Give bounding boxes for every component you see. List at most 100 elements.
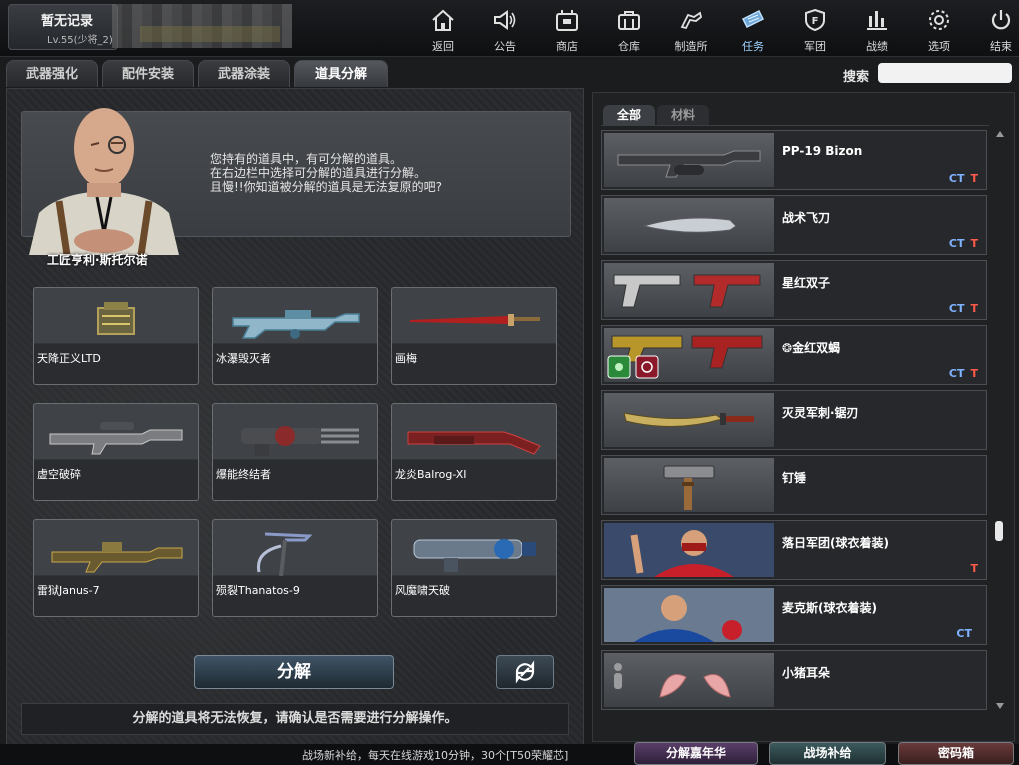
nav-exit[interactable]: 结束 [970,4,1019,53]
lmg-icon [51,542,183,573]
function-tabs: 武器强化 配件安装 武器涂装 道具分解 [6,60,392,88]
nav-shop[interactable]: 商店 [536,4,598,53]
machine-gun-icon [232,310,360,339]
main-nav: 返回 公告 商店 仓库 制造所 任务 F 军团 战绩 选项 结束 [412,4,1019,53]
decompose-slot[interactable]: 雷狱Janus-7 [33,519,199,617]
nav-options[interactable]: 选项 [908,4,970,53]
scroll-down-icon[interactable] [996,703,1004,709]
list-item[interactable]: ❂金红双蝎 CT T [601,325,987,385]
nav-storage[interactable]: 仓库 [598,4,660,53]
list-item[interactable]: 小猪耳朵 [601,650,987,710]
character-red-icon [604,523,774,577]
power-icon [991,10,1011,30]
player-profile[interactable]: 暂无记录 Lv.55(少将_2) [8,4,118,50]
battlefield-supply-button[interactable]: 战场补给 [769,742,886,765]
list-item[interactable]: 落日军团(球衣着装) T [601,520,987,580]
nav-back[interactable]: 返回 [412,4,474,53]
tab-weapon-enhance[interactable]: 武器强化 [6,60,98,87]
tab-weapon-paint[interactable]: 武器涂装 [198,60,290,87]
ct-tag: CT [948,302,965,315]
ct-tag: CT [948,367,965,380]
item-thumbnail [604,523,774,577]
t-tag: T [970,302,978,315]
search-input[interactable] [878,63,1012,83]
list-item[interactable]: 战术飞刀 CT T [601,195,987,255]
shop-icon [556,10,578,31]
password-box-button[interactable]: 密码箱 [898,742,1014,765]
item-thumbnail [604,458,774,512]
pig-ears-icon [614,663,731,698]
refresh-icon [515,660,535,684]
bottom-bar: 战场新补给，每天在线游戏10分钟，30个[T50荣耀芯] 分解嘉年华 战场补给 … [0,742,1019,765]
decompose-slot[interactable]: 虚空破碎 [33,403,199,501]
combat-knife-icon [623,412,754,427]
inventory-tabs: 全部 材料 [603,105,711,125]
list-item[interactable]: PP-19 Bizon CT T [601,130,987,190]
decompose-carnival-button[interactable]: 分解嘉年华 [634,742,758,765]
decompose-slot[interactable]: 冰瀑毁灭者 [212,287,378,385]
supply-notice: 战场新补给，每天在线游戏10分钟，30个[T50荣耀芯] [302,749,569,762]
scroll-up-icon[interactable] [996,131,1004,137]
gold-dual-pistols-icon [607,335,763,379]
inventory-panel: 全部 材料 PP-19 Bizon CT T 战术飞刀 CT T 星红双子 CT T … [592,92,1015,742]
player-name: 暂无记录 [41,14,94,29]
gatling-gun-icon [241,426,359,456]
launcher-icon [413,539,536,572]
shotgun-icon [407,431,541,455]
tab-attachment[interactable]: 配件安装 [102,60,194,87]
item-thumbnail [604,393,774,447]
t-tag: T [970,367,978,380]
item-name: 战术飞刀 [782,211,831,225]
item-thumbnail [604,263,774,317]
decompose-panel: 您持有的道具中，有可分解的道具。 在右边栏中选择可分解的道具进行分解。 且慢!!… [6,88,584,747]
scrollbar-thumb[interactable] [995,521,1003,541]
divider [601,125,989,126]
list-item[interactable]: 麦克斯(球衣着装) CT [601,585,987,645]
sniper-rifle-icon [49,422,183,455]
crafting-icon [680,11,703,30]
gear-icon [929,10,949,30]
item-name: 小猪耳朵 [782,666,831,680]
list-item[interactable]: 灭灵军刺·锯刃 [601,390,987,450]
mission-icon [741,9,765,29]
smg-icon [617,150,761,178]
item-thumbnail [604,588,774,642]
t-tag: T [970,562,978,575]
t-tag: T [970,237,978,250]
decompose-slot[interactable]: 风魔啸天破 [391,519,557,617]
item-thumbnail [604,133,774,187]
obscured-region-2 [140,26,280,42]
tab-decompose[interactable]: 道具分解 [294,60,388,87]
decompose-button[interactable]: 分解 [194,655,394,689]
nav-notice[interactable]: 公告 [474,4,536,53]
item-thumbnail [604,198,774,252]
ct-tag: CT [948,237,965,250]
nav-mission[interactable]: 任务 [722,4,784,53]
npc-message: 您持有的道具中，有可分解的道具。 在右边栏中选择可分解的道具进行分解。 且慢!!… [210,152,442,194]
decompose-slot[interactable]: 殒裂Thanatos-9 [212,519,378,617]
megaphone-icon [494,10,516,30]
decompose-slot[interactable]: 龙炎Balrog-XI [391,403,557,501]
nav-legion[interactable]: F 军团 [784,4,846,53]
character-blue-icon [604,588,774,642]
list-item[interactable]: 钉锤 [601,455,987,515]
player-level: Lv.55(少将_2) [47,35,113,46]
tab-materials[interactable]: 材料 [657,105,710,125]
tab-all[interactable]: 全部 [603,105,656,125]
npc-portrait [29,108,179,255]
nav-record[interactable]: 战绩 [846,4,908,53]
item-name: 麦克斯(球衣着装) [782,601,877,615]
list-item[interactable]: 星红双子 CT T [601,260,987,320]
nav-crafting[interactable]: 制造所 [660,4,722,53]
decompose-slot[interactable]: 爆能终结者 [212,403,378,501]
supply-crate-icon [97,302,135,335]
scythe-icon [256,532,313,577]
refresh-button[interactable] [496,655,554,689]
search-label: 搜索 [843,70,870,85]
item-name: 灭灵军刺·锯刃 [782,406,859,420]
special-badge-icon: ❂ [782,341,793,355]
top-bar: 暂无记录 Lv.55(少将_2) 返回 公告 商店 仓库 制造所 任务 F 军团… [0,0,1019,57]
decompose-slot[interactable]: 画梅 [391,287,557,385]
svg-text:F: F [812,16,819,27]
decompose-slot[interactable]: 天降正义LTD [33,287,199,385]
